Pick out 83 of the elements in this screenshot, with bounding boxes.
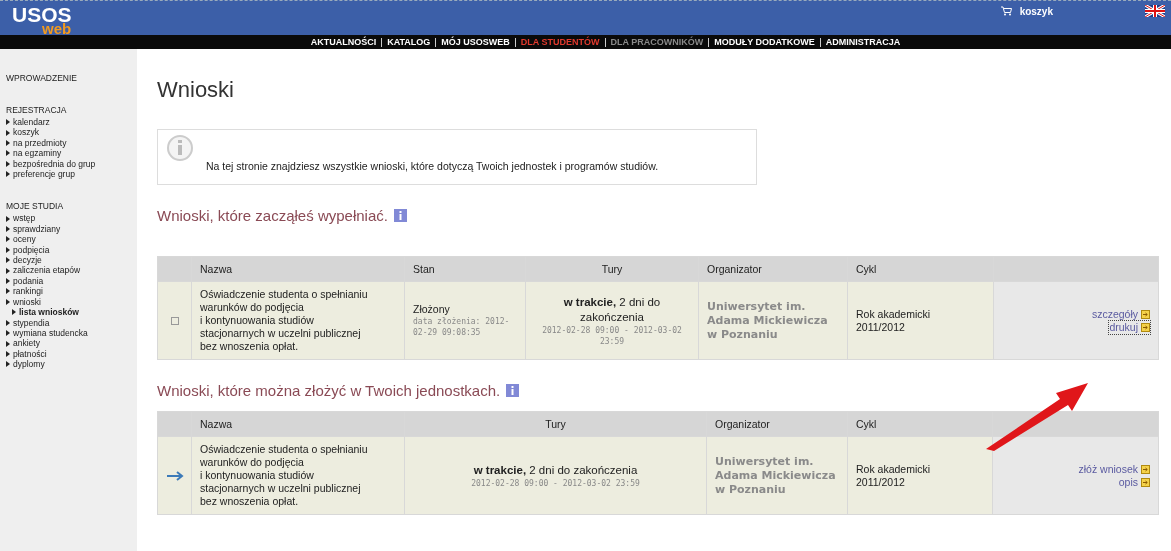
table-cell: Oświadczenie studenta o spełnianiu warunków do podjęcia i kontynuowania studiów stacjonarnych w uczelni publicznej bez wnoszenia opłat.: [192, 282, 404, 359]
sidebar-link-label: na egzaminy: [13, 148, 62, 159]
sidebar-link[interactable]: kalendarz: [6, 117, 137, 128]
sidebar-link[interactable]: płatności: [6, 348, 137, 360]
sidebar-link[interactable]: oceny: [6, 234, 137, 245]
info-text: Na tej stronie znajdziesz wszystkie wnioski, które dotyczą Twoich jednostek i programów studiów.: [206, 160, 659, 172]
cart-link[interactable]: koszyk: [1019, 5, 1053, 17]
sidebar-link[interactable]: preferencje grup: [6, 169, 137, 180]
sidebar-link-label: wymiana studencka: [13, 327, 88, 339]
sidebar-link[interactable]: stypendia: [6, 317, 137, 328]
nav-link[interactable]: DLA STUDENTÓW: [514, 37, 605, 47]
page-title: Wnioski: [157, 77, 235, 103]
sidebar-link[interactable]: decyzje: [6, 255, 137, 266]
sidebar-link-label: stypendia: [13, 317, 50, 328]
info-icon[interactable]: [506, 384, 520, 397]
logo[interactable]: USOS web: [12, 1, 102, 47]
info-icon[interactable]: [393, 209, 407, 222]
sidebar-link[interactable]: podpięcia: [6, 244, 137, 256]
nav-link[interactable]: AKTUALNOŚCI: [305, 37, 382, 47]
sidebar-link[interactable]: sprawdziany: [6, 223, 137, 235]
action-link[interactable]: opis: [1118, 475, 1150, 489]
nav-link[interactable]: MODUŁY DODATKOWE: [708, 37, 820, 47]
sidebar-heading[interactable]: REJESTRACJA: [6, 105, 137, 115]
sidebar-link[interactable]: dyplomy: [6, 359, 137, 370]
table-cell: Rok akademicki 2011/2012: [848, 282, 993, 359]
flag-icon[interactable]: [1145, 5, 1165, 17]
sidebar-link[interactable]: na egzaminy: [6, 148, 137, 159]
sidebar-link[interactable]: na przedmioty: [6, 137, 137, 149]
sidebar-link-label: podania: [13, 275, 44, 287]
table-cell: Rok akademicki 2011/2012: [848, 437, 992, 514]
nav-link[interactable]: MÓJ USOSWEB: [435, 37, 515, 47]
sidebar-link-label: wstęp: [13, 213, 36, 224]
status-text: Złożony: [413, 303, 450, 316]
sidebar-link-label: bezpośrednia do grup: [13, 158, 96, 170]
action-link[interactable]: szczegóły: [1091, 307, 1150, 321]
action-link[interactable]: złóż wniosek: [1078, 462, 1150, 476]
sidebar-link[interactable]: ankiety: [6, 338, 137, 349]
sidebar-link-label: podpięcia: [13, 244, 50, 256]
sidebar-link[interactable]: bezpośrednia do grup: [6, 158, 137, 170]
sidebar-link[interactable]: rankingi: [6, 286, 137, 297]
sidebar-link-label: rankingi: [13, 286, 43, 297]
sidebar-link[interactable]: wnioski: [6, 296, 137, 308]
arrow-box-icon: [1141, 322, 1150, 332]
sidebar-link-label: lista wniosków: [19, 307, 79, 318]
sidebar-link-label: oceny: [13, 234, 36, 245]
sidebar-link[interactable]: podania: [6, 275, 137, 287]
sidebar-heading[interactable]: WPROWADZENIE: [6, 73, 137, 83]
sidebar-link-label: sprawdziany: [13, 223, 61, 235]
table-cell: Uniwersytet im. Adama Mickiewicza w Poznaniu: [707, 437, 847, 514]
table-cell: Uniwersytet im. Adama Mickiewicza w Poznaniu: [699, 282, 847, 359]
section-heading: Wnioski, które można złożyć w Twoich jednostkach.: [157, 382, 501, 399]
sidebar-link[interactable]: wstęp: [6, 213, 137, 224]
nav-link[interactable]: ADMINISTRACJA: [819, 37, 906, 47]
nav-link[interactable]: KATALOG: [381, 37, 436, 47]
rounds-text: w trakcie, 2 dni do zakończenia: [562, 294, 662, 325]
sidebar-link-label: preferencje grup: [13, 169, 75, 180]
action-link[interactable]: drukuj: [1109, 320, 1150, 334]
sidebar-link-label: dyplomy: [13, 359, 45, 370]
checkbox[interactable]: [170, 316, 179, 325]
rounds-text: w trakcie, 2 dni do zakończenia: [473, 462, 638, 478]
sidebar-link-label: zaliczenia etapów: [13, 265, 81, 276]
rounds-dates: 2012-02-28 09:00 - 2012-03-02 23:59: [541, 324, 683, 347]
cart-icon[interactable]: [1000, 6, 1012, 16]
rounds-dates: 2012-02-28 09:00 - 2012-03-02 23:59: [471, 477, 640, 489]
sidebar-link[interactable]: wymiana studencka: [6, 327, 137, 339]
sidebar-link-label: kalendarz: [13, 117, 50, 128]
section-heading: Wnioski, które zacząłeś wypełniać.: [157, 207, 388, 224]
sidebar-link-label: płatności: [13, 348, 47, 360]
sidebar-link-label: wnioski: [13, 296, 41, 308]
status-date: data złożenia: 2012-02-29 09:08:35: [413, 316, 511, 338]
sidebar-link-label: ankiety: [13, 338, 40, 349]
arrow-box-icon: [1141, 477, 1150, 487]
sidebar-heading[interactable]: MOJE STUDIA: [6, 201, 137, 212]
sidebar-link-label: koszyk: [13, 127, 39, 138]
sidebar-link[interactable]: zaliczenia etapów: [6, 265, 137, 276]
sidebar-link-label: na przedmioty: [13, 137, 67, 149]
sidebar-link-label: decyzje: [13, 255, 42, 266]
table-cell: Oświadczenie studenta o spełnianiu warunków do podjęcia i kontynuowania studiów stacjonarnych w uczelni publicznej bez wnoszenia opłat.: [192, 437, 404, 514]
sidebar-link[interactable]: koszyk: [6, 127, 137, 138]
sidebar-link[interactable]: lista wniosków: [12, 307, 137, 318]
arrow-right-icon: [165, 470, 184, 481]
arrow-box-icon: [1141, 464, 1150, 474]
arrow-box-icon: [1141, 309, 1150, 319]
